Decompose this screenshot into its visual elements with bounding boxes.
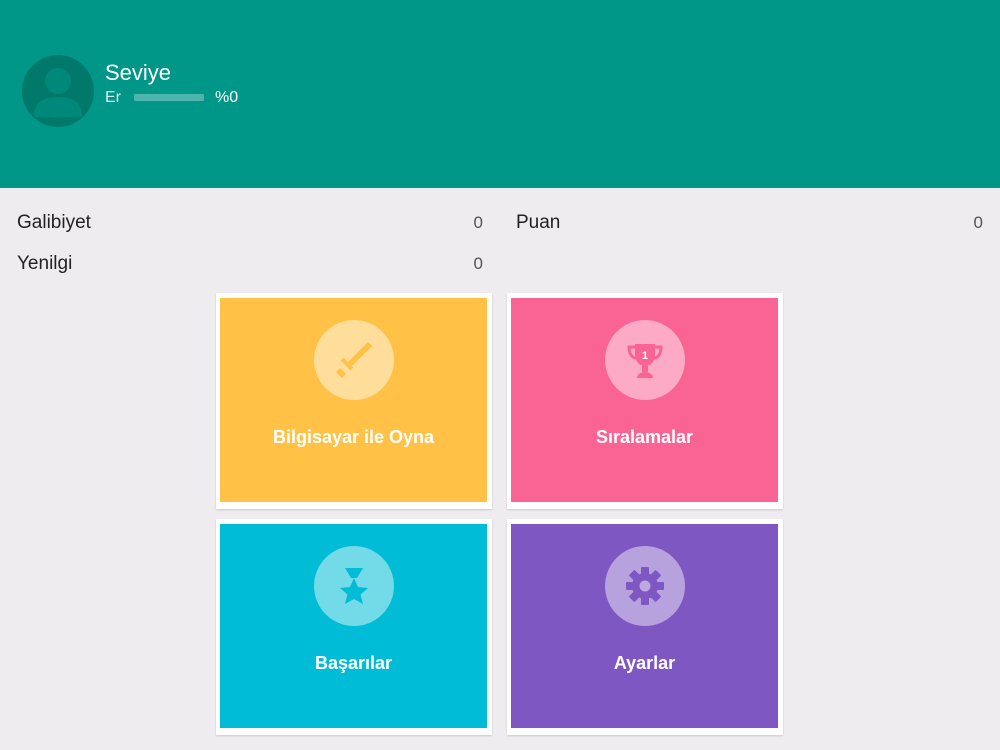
level-progress-text: %0 [215,89,239,106]
points-label: Puan [516,212,561,233]
tile-icon-circle [605,546,685,626]
tile-background: Bilgisayar ile Oyna [220,298,487,502]
tile-background: 1 Sıralamalar [511,298,778,502]
losses-value: 0 [473,254,483,273]
avatar[interactable] [22,55,94,127]
level-title: Seviye [105,60,172,85]
play-vs-computer-button[interactable]: Bilgisayar ile Oyna [216,293,492,509]
sword-icon [336,342,372,378]
wins-value: 0 [473,213,483,232]
tile-icon-circle [314,546,394,626]
tile-label: Bilgisayar ile Oyna [272,427,435,447]
tile-label: Ayarlar [613,653,676,673]
tile-icon-circle [314,320,394,400]
wins-label: Galibiyet [17,212,91,233]
achievements-button[interactable]: Başarılar [216,519,492,735]
leaderboards-button[interactable]: 1 Sıralamalar [507,293,783,509]
level-progress-bar [134,94,204,101]
tile-background: Başarılar [220,524,487,728]
tile-icon-circle: 1 [605,320,685,400]
tile-label: Sıralamalar [595,427,694,447]
svg-text:1: 1 [642,350,648,362]
profile-header: Seviye Er %0 [0,0,1000,188]
rank-label: Er [105,89,121,106]
medal-icon [340,568,368,604]
losses-label: Yenilgi [17,253,73,274]
tile-label: Başarılar [314,653,393,673]
tile-background: Ayarlar [511,524,778,728]
points-value: 0 [973,213,983,232]
user-icon [34,68,82,117]
settings-button[interactable]: Ayarlar [507,519,783,735]
gear-icon [626,567,664,605]
trophy-icon: 1 [627,344,663,378]
